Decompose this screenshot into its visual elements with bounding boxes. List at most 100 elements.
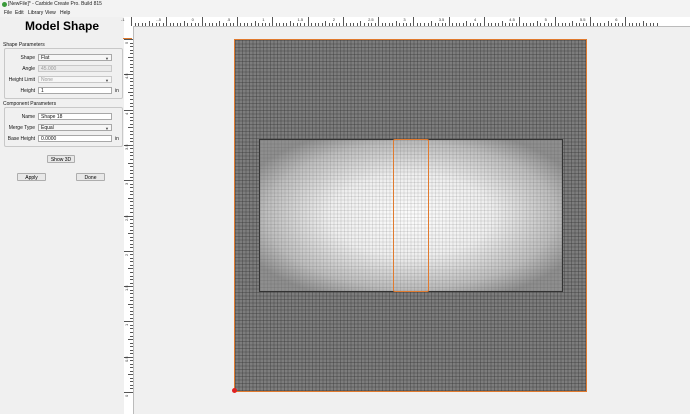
ruler-minor-tick xyxy=(130,388,133,390)
ruler-minor-tick xyxy=(522,23,524,26)
ruler-minor-tick xyxy=(611,23,613,26)
ruler-minor-tick xyxy=(130,155,133,157)
ruler-minor-tick xyxy=(130,63,133,65)
ruler-minor-tick xyxy=(473,23,475,26)
ruler-minor-tick xyxy=(480,23,482,26)
ruler-minor-tick xyxy=(289,21,291,26)
ruler-minor-tick xyxy=(491,23,493,26)
menu-file[interactable]: File xyxy=(4,10,12,16)
ruler-label: 1 xyxy=(124,324,129,327)
ruler-minor-tick xyxy=(462,23,464,26)
ruler-minor-tick xyxy=(176,23,178,26)
ruler-minor-tick xyxy=(130,116,133,118)
ruler-label: 3 xyxy=(124,182,129,186)
ruler-minor-tick xyxy=(130,187,133,189)
ruler-minor-tick xyxy=(568,23,570,26)
ruler-minor-tick xyxy=(233,23,235,26)
ruler-minor-tick xyxy=(130,159,133,161)
ruler-minor-tick xyxy=(130,176,133,178)
ruler-minor-tick xyxy=(130,222,133,224)
ruler-minor-tick xyxy=(512,23,514,26)
ruler-minor-tick xyxy=(130,229,133,231)
ruler-tick xyxy=(519,17,521,26)
ruler-minor-tick xyxy=(385,23,387,26)
menu-help[interactable]: Help xyxy=(60,10,70,16)
height-input[interactable]: 1 xyxy=(38,87,112,94)
ruler-minor-tick xyxy=(258,23,260,26)
ruler-minor-tick xyxy=(558,23,560,26)
ruler-label: 5 xyxy=(124,41,129,44)
chevron-down-icon: ▼ xyxy=(105,78,109,83)
ruler-minor-tick xyxy=(130,46,133,48)
ruler-minor-tick xyxy=(130,367,133,369)
chevron-down-icon: ▼ xyxy=(105,56,109,61)
ruler-corner-marker xyxy=(123,38,132,39)
ruler-minor-tick xyxy=(268,23,270,26)
menu-view[interactable]: View xyxy=(45,10,56,16)
ruler-tick xyxy=(307,17,309,26)
show-3d-button[interactable]: Show 3D xyxy=(47,155,75,163)
ruler-minor-tick xyxy=(621,23,623,26)
ruler-minor-tick xyxy=(240,23,242,26)
name-input[interactable]: Shape 18 xyxy=(38,113,112,120)
height-unit: in xyxy=(115,88,119,94)
ruler-minor-tick xyxy=(130,317,133,319)
height-label: Height xyxy=(20,88,35,94)
ruler-minor-tick xyxy=(575,23,577,26)
ruler-minor-tick xyxy=(455,23,457,26)
ruler-minor-tick xyxy=(128,197,133,199)
ruler-minor-tick xyxy=(653,23,655,26)
ruler-label: 2.5 xyxy=(368,17,374,22)
angle-input[interactable]: 45.000 xyxy=(38,65,112,72)
ruler-label: 0 xyxy=(191,17,194,22)
menu-library[interactable]: Library xyxy=(28,10,43,16)
ruler-minor-tick xyxy=(335,23,337,26)
ruler-minor-tick xyxy=(406,23,408,26)
ruler-minor-tick xyxy=(311,23,313,26)
ruler-minor-tick xyxy=(130,310,133,312)
menu-edit[interactable]: Edit xyxy=(15,10,24,16)
ruler-minor-tick xyxy=(128,339,133,341)
ruler-minor-tick xyxy=(635,23,637,26)
height-limit-label: Height Limit xyxy=(8,77,35,83)
ruler-minor-tick xyxy=(565,23,567,26)
ruler-minor-tick xyxy=(130,346,133,348)
merge-type-select[interactable]: Equal ▼ xyxy=(38,124,112,131)
ruler-minor-tick xyxy=(130,70,133,72)
ruler-minor-tick xyxy=(293,23,295,26)
ruler-minor-tick xyxy=(130,60,133,62)
ruler-minor-tick xyxy=(128,56,133,58)
apply-button[interactable]: Apply xyxy=(17,173,46,181)
ruler-tick xyxy=(124,39,133,40)
ruler-minor-tick xyxy=(243,23,245,26)
ruler-minor-tick xyxy=(130,151,133,153)
ruler-minor-tick xyxy=(208,23,210,26)
ruler-minor-tick xyxy=(145,23,147,26)
ruler-minor-tick xyxy=(130,370,133,372)
ruler-tick xyxy=(484,17,485,26)
ruler-minor-tick xyxy=(596,23,598,26)
shape-select[interactable]: Flat ▼ xyxy=(38,54,112,61)
ruler-tick xyxy=(201,17,203,26)
ruler-minor-tick xyxy=(130,88,133,90)
ruler-minor-tick xyxy=(381,23,383,26)
ruler-minor-tick xyxy=(572,21,574,26)
ruler-minor-tick xyxy=(469,23,471,26)
height-limit-select[interactable]: None ▼ xyxy=(38,76,112,83)
base-height-input[interactable]: 0.0000 xyxy=(38,135,112,142)
ruler-minor-tick xyxy=(628,23,630,26)
ruler-minor-tick xyxy=(533,23,535,26)
ruler-minor-tick xyxy=(423,23,425,26)
selected-vector[interactable] xyxy=(393,139,429,292)
ruler-minor-tick xyxy=(318,23,320,26)
done-button[interactable]: Done xyxy=(76,173,105,181)
ruler-minor-tick xyxy=(130,106,133,108)
ruler-tick xyxy=(124,321,133,323)
ruler-minor-tick xyxy=(130,194,133,196)
height-limit-value: None xyxy=(41,77,53,83)
ruler-minor-tick xyxy=(130,307,133,309)
ruler-minor-tick xyxy=(130,134,133,136)
ruler-minor-tick xyxy=(130,53,133,55)
ruler-minor-tick xyxy=(130,293,133,295)
ruler-minor-tick xyxy=(130,102,133,104)
